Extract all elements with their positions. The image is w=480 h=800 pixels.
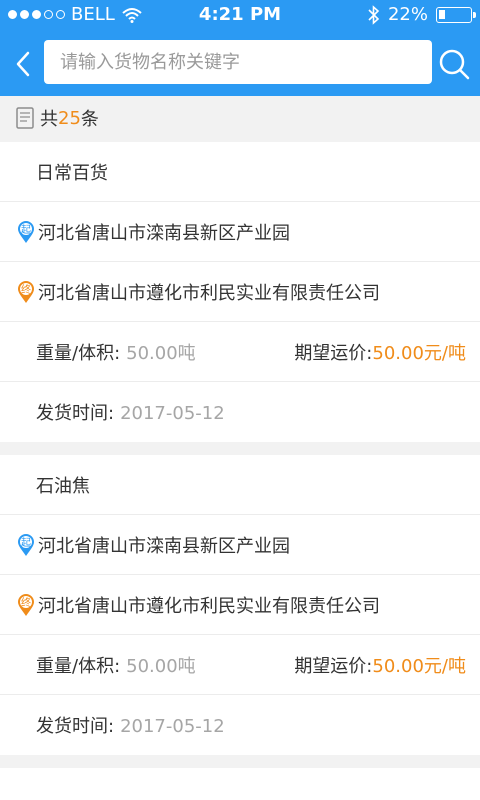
date-label: 发货时间: bbox=[36, 716, 115, 737]
destination-row: 终 河北省唐山市遵化市利民实业有限责任公司 bbox=[0, 575, 480, 635]
origin-pin-icon: 起 bbox=[18, 533, 34, 556]
weight-price-row: 重量/体积: 50.00吨 期望运价:50.00元/吨 bbox=[0, 322, 480, 382]
result-count-bar: 共 25 条 bbox=[0, 96, 480, 140]
date-row: 发货时间: 2017-05-12 bbox=[0, 382, 480, 442]
date-row: 发货时间: 2017-05-12 bbox=[0, 695, 480, 755]
origin-row: 起 河北省唐山市滦南县新区产业园 bbox=[0, 202, 480, 262]
weight-price-row: 重量/体积: 50.00吨 期望运价:50.00元/吨 bbox=[0, 635, 480, 695]
listing-card-partial[interactable] bbox=[0, 768, 480, 800]
weight-label: 重量/体积: bbox=[36, 655, 121, 677]
listing-card[interactable]: 石油焦 起 河北省唐山市滦南县新区产业园 终 河北省唐山市遵化市利民实业有限责任… bbox=[0, 455, 480, 755]
search-input[interactable] bbox=[44, 40, 432, 84]
price-label: 期望运价: bbox=[294, 655, 373, 677]
date-value: 2017-05-12 bbox=[120, 403, 225, 424]
svg-text:终: 终 bbox=[21, 596, 31, 609]
weight-value: 50.00吨 bbox=[126, 655, 196, 677]
status-right: 22% bbox=[368, 4, 476, 25]
chevron-left-icon bbox=[16, 51, 30, 77]
battery-percent: 22% bbox=[387, 4, 428, 25]
count-suffix: 条 bbox=[80, 109, 99, 130]
cargo-name: 石油焦 bbox=[0, 455, 480, 515]
destination-pin-icon: 终 bbox=[18, 280, 34, 303]
listing-card[interactable]: 日常百货 起 河北省唐山市滦南县新区产业园 终 河北省唐山市遵化市利民实业有限责… bbox=[0, 142, 480, 442]
origin-address: 河北省唐山市滦南县新区产业园 bbox=[38, 222, 290, 244]
date-value: 2017-05-12 bbox=[120, 716, 225, 737]
battery-icon bbox=[436, 6, 476, 23]
destination-address: 河北省唐山市遵化市利民实业有限责任公司 bbox=[38, 595, 380, 617]
count-number: 25 bbox=[58, 107, 81, 129]
svg-text:起: 起 bbox=[21, 537, 31, 549]
svg-text:起: 起 bbox=[21, 224, 31, 236]
svg-text:终: 终 bbox=[21, 283, 31, 296]
weight-label: 重量/体积: bbox=[36, 342, 121, 364]
document-icon bbox=[16, 107, 34, 129]
destination-pin-icon: 终 bbox=[18, 593, 34, 616]
price-label: 期望运价: bbox=[294, 342, 373, 364]
back-button[interactable] bbox=[8, 44, 38, 84]
search-button[interactable] bbox=[436, 46, 472, 82]
bluetooth-icon bbox=[368, 4, 380, 25]
price-value: 50.00元/吨 bbox=[372, 342, 466, 364]
date-label: 发货时间: bbox=[36, 403, 115, 424]
status-bar: BELL 4:21 PM 22% bbox=[0, 0, 480, 32]
origin-row: 起 河北省唐山市滦南县新区产业园 bbox=[0, 515, 480, 575]
search-icon bbox=[439, 49, 470, 80]
destination-row: 终 河北省唐山市遵化市利民实业有限责任公司 bbox=[0, 262, 480, 322]
origin-address: 河北省唐山市滦南县新区产业园 bbox=[38, 535, 290, 557]
count-prefix: 共 bbox=[40, 109, 58, 130]
cargo-name: 日常百货 bbox=[0, 142, 480, 202]
destination-address: 河北省唐山市遵化市利民实业有限责任公司 bbox=[38, 282, 380, 304]
top-bar: BELL 4:21 PM 22% bbox=[0, 0, 480, 96]
price-value: 50.00元/吨 bbox=[372, 655, 466, 677]
origin-pin-icon: 起 bbox=[18, 220, 34, 243]
weight-value: 50.00吨 bbox=[126, 342, 196, 364]
